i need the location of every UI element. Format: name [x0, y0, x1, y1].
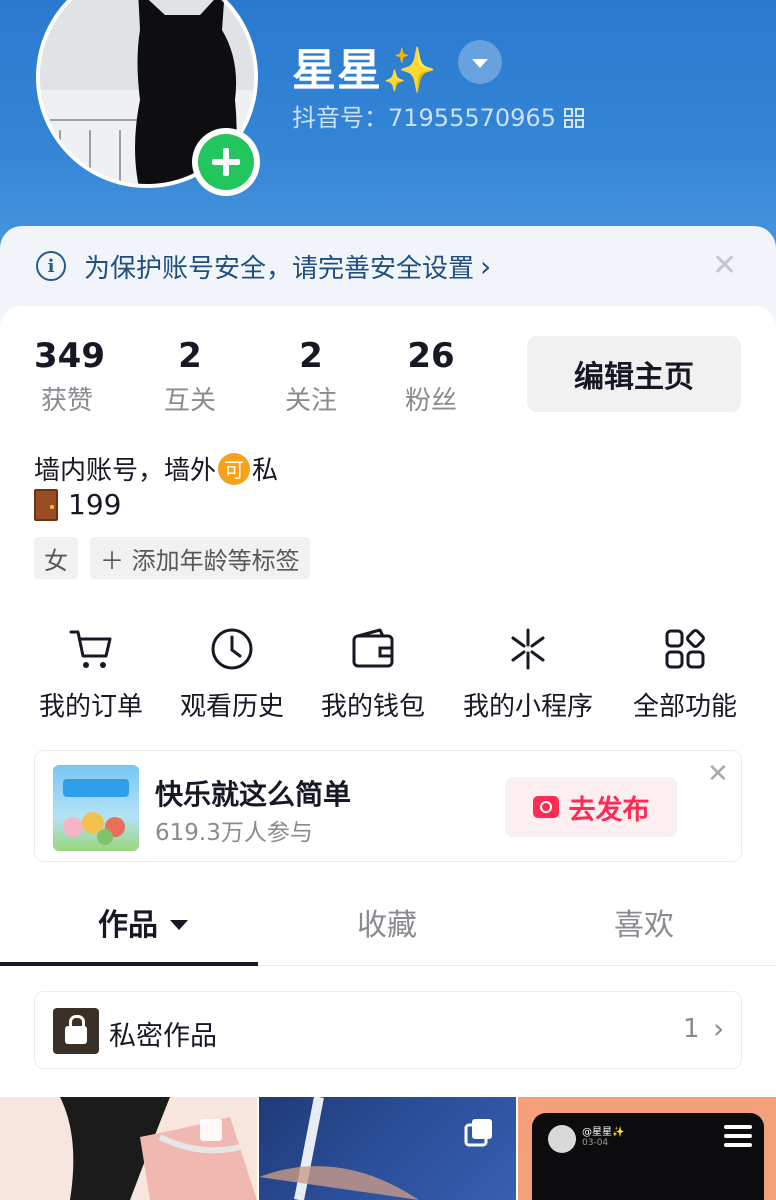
avatar [548, 1125, 576, 1153]
function-all-features[interactable]: 全部功能 [610, 622, 760, 723]
tab-label: 喜欢 [614, 908, 674, 943]
add-avatar-button[interactable] [192, 128, 260, 196]
plus-icon [198, 134, 254, 190]
tab-label: 收藏 [357, 908, 417, 943]
info-icon: i [36, 251, 66, 281]
caret-down-icon [170, 920, 188, 930]
close-promo-icon[interactable]: ✕ [707, 759, 729, 789]
function-my-wallet[interactable]: 我的钱包 [298, 622, 448, 723]
chevron-right-icon: › [480, 249, 492, 283]
go-publish-label: 去发布 [568, 794, 650, 826]
video-thumbnail[interactable] [0, 1097, 257, 1200]
stat-value: 26 [407, 336, 455, 376]
bio-text: 私 [252, 456, 279, 486]
lock-icon [65, 1015, 87, 1044]
promo-card[interactable]: 快乐就这么简单 619.3万人参与 去发布 ✕ [34, 750, 742, 862]
function-my-orders[interactable]: 我的订单 [16, 622, 166, 723]
door-icon [34, 488, 58, 521]
douyin-id[interactable]: 抖音号：71955570965 [292, 98, 584, 133]
go-publish-button[interactable]: 去发布 [505, 777, 677, 837]
tab-works[interactable]: 作品 [98, 900, 188, 944]
close-banner-icon[interactable]: ✕ [712, 248, 737, 283]
chevron-right-icon: › [713, 1012, 725, 1045]
add-tags-button[interactable]: ＋ 添加年龄等标签 [90, 537, 310, 579]
security-banner-link[interactable]: i 为保护账号安全，请完善安全设置 › [36, 249, 492, 284]
stat-label: 获赞 [40, 386, 93, 416]
douyin-id-text: 抖音号：71955570965 [292, 104, 556, 132]
promo-title: 快乐就这么简单 [155, 778, 352, 811]
multi-image-icon [464, 1119, 492, 1147]
wallet-icon [352, 628, 394, 668]
function-mini-programs[interactable]: 我的小程序 [453, 622, 603, 723]
qr-code-icon[interactable] [563, 108, 584, 128]
function-label: 全部功能 [632, 692, 737, 722]
stat-mutual[interactable]: 2 互关 [160, 336, 220, 417]
function-watch-history[interactable]: 观看历史 [157, 622, 307, 723]
camera-icon [532, 796, 559, 818]
preview-date: 03-04 [582, 1138, 609, 1148]
function-label: 观看历史 [179, 692, 284, 722]
ke-emoji-icon: 可 [218, 452, 251, 485]
mini-program-icon [511, 628, 545, 670]
promo-participants: 619.3万人参与 [155, 820, 313, 846]
stat-label: 互关 [163, 386, 216, 416]
clock-icon [211, 628, 253, 670]
stat-value: 2 [299, 336, 323, 376]
bio-line-2: 199 [34, 488, 121, 521]
bio-text: 199 [68, 488, 122, 521]
private-works-thumbnail [53, 1008, 99, 1054]
tab-label: 作品 [98, 908, 158, 943]
stat-label: 粉丝 [404, 386, 457, 416]
gender-tag[interactable]: 女 [34, 537, 78, 579]
stat-value: 2 [178, 336, 202, 376]
menu-icon [724, 1125, 752, 1152]
preview-username: @星星✨ [582, 1127, 625, 1138]
account-switch-caret-icon[interactable] [458, 40, 502, 84]
screenshot-preview: @星星✨ 03-04 [532, 1113, 764, 1200]
stat-value: 349 [34, 336, 105, 376]
stat-followers[interactable]: 26 粉丝 [400, 336, 462, 417]
promo-thumbnail [53, 765, 139, 851]
private-works-count: 1 [683, 1014, 700, 1044]
video-thumbnail[interactable] [259, 1097, 516, 1200]
bio-line-1: 墙内账号，墙外 可 私 [34, 450, 278, 487]
edit-profile-button[interactable]: 编辑主页 [527, 336, 741, 412]
cart-icon [69, 630, 112, 668]
profile-name: 星星✨ [292, 45, 438, 96]
tab-likes[interactable]: 喜欢 [614, 900, 674, 944]
bio-text: 墙内账号，墙外 [34, 456, 217, 486]
security-banner-text: 为保护账号安全，请完善安全设置 [84, 253, 475, 284]
function-label: 我的小程序 [462, 692, 593, 722]
private-works-label: 私密作品 [109, 1021, 217, 1052]
stat-likes[interactable]: 349 获赞 [34, 336, 105, 417]
active-tab-indicator [0, 962, 258, 966]
tab-favorites[interactable]: 收藏 [357, 900, 417, 944]
function-label: 我的订单 [38, 692, 143, 722]
grid-icon [665, 629, 705, 669]
stat-label: 关注 [284, 386, 337, 416]
video-thumbnail[interactable]: @星星✨ 03-04 [518, 1097, 776, 1200]
video-thumbnail-image [0, 1097, 257, 1200]
video-thumbnail-image [259, 1097, 419, 1200]
private-works-row[interactable]: 私密作品 1 › [34, 991, 742, 1069]
stat-following[interactable]: 2 关注 [280, 336, 342, 417]
function-label: 我的钱包 [320, 692, 425, 722]
